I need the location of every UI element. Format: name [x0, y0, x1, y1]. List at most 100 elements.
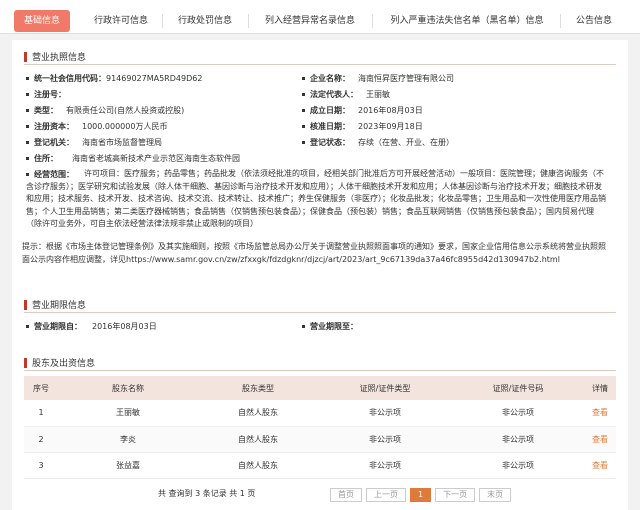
section-divider: [24, 64, 616, 65]
authority-label: 登记机关：: [34, 138, 74, 147]
tab-blacklist[interactable]: 列入严重违法失信名单（黑名单）信息: [380, 10, 554, 32]
section-marker: [24, 299, 27, 310]
approved-value: 2023年09月18日: [358, 122, 423, 131]
authority-row: 登记机关： 海南省市场监督管理局: [26, 137, 162, 148]
prev-page-button[interactable]: 上一页: [366, 488, 406, 502]
table-row: 3 张益嘉 自然人股东 非公示项 非公示项 查看: [24, 452, 616, 479]
founded-label: 成立日期：: [310, 106, 350, 115]
term-section-title-text: 营业期限信息: [32, 301, 87, 311]
view-detail-link[interactable]: 查看: [584, 400, 616, 427]
tab-admin-license[interactable]: 行政许可信息: [86, 10, 156, 32]
term-from-value: 2016年08月03日: [92, 322, 157, 331]
tab-admin-penalty[interactable]: 行政处罚信息: [170, 10, 240, 32]
col-header-type: 股东类型: [198, 376, 318, 400]
license-section-title-text: 营业执照信息: [32, 53, 87, 63]
tab-divider: [560, 14, 561, 28]
row-id-type: 非公示项: [318, 426, 452, 453]
founded-row: 成立日期： 2016年08月03日: [302, 105, 423, 116]
credit-code-row: 统一社会信用代码：91469027MA5RD49D62: [26, 73, 202, 84]
type-row: 类型： 有限责任公司(自然人投资或控股): [26, 105, 184, 116]
capital-value: 1000.000000万人民币: [82, 122, 168, 131]
company-name-row: 企业名称： 海南恒昇医疗管理有限公司: [302, 73, 454, 84]
scope-text: 许可项目：医疗服务；药品零售；药品批发（依法须经批准的项目，经相关部门批准后方可…: [26, 169, 606, 228]
section-marker: [24, 357, 27, 368]
term-to-label: 营业期限至：: [310, 322, 358, 331]
approved-label: 核准日期：: [310, 122, 350, 131]
row-index: 3: [24, 452, 58, 479]
col-header-id-type: 证照/证件类型: [318, 376, 452, 400]
capital-row: 注册资本： 1000.000000万人民币: [26, 121, 167, 132]
row-shareholder-name: 李炎: [58, 426, 198, 453]
next-page-button[interactable]: 下一页: [435, 488, 476, 502]
row-id-type: 非公示项: [318, 452, 452, 479]
status-label: 登记状态：: [310, 138, 350, 147]
share-section-title: 股东及出资信息: [24, 356, 95, 369]
row-id-number: 非公示项: [452, 426, 584, 453]
col-header-detail: 详情: [584, 376, 616, 400]
view-detail-link[interactable]: 查看: [584, 426, 616, 453]
tab-abnormal-list[interactable]: 列入经营异常名录信息: [256, 10, 364, 32]
shareholder-table: 序号 股东名称 股东类型 证照/证件类型 证照/证件号码 详情 1 王丽敏 自然…: [24, 376, 616, 479]
row-shareholder-type: 自然人股东: [198, 400, 318, 427]
credit-code-label: 统一社会信用代码：: [34, 74, 106, 83]
company-name-label: 企业名称：: [310, 74, 350, 83]
row-index: 2: [24, 426, 58, 453]
table-row: 2 李炎 自然人股东 非公示项 非公示项 查看: [24, 426, 616, 453]
col-header-name: 股东名称: [58, 376, 198, 400]
tab-bar: 基础信息 行政许可信息 行政处罚信息 列入经营异常名录信息 列入严重违法失信名单…: [0, 0, 640, 34]
row-shareholder-type: 自然人股东: [198, 452, 318, 479]
first-page-button[interactable]: 首页: [330, 488, 362, 502]
section-marker: [24, 51, 27, 62]
term-from-row: 营业期限自： 2016年08月03日: [26, 321, 157, 332]
pager-summary: 共 查询到 3 条记录 共 1 页: [158, 488, 255, 499]
credit-code-value: 91469027MA5RD49D62: [106, 74, 203, 83]
status-row: 登记状态： 存续（在营、开业、在册）: [302, 137, 454, 148]
legal-rep-label: 法定代表人：: [310, 90, 358, 99]
tab-divider: [372, 14, 373, 28]
term-from-label: 营业期限自：: [34, 322, 82, 331]
notice-text: 提示：根据《市场主体登记管理条例》及其实施细则，按照《市场监管总局办公厅关于调整…: [22, 242, 606, 264]
tab-basic-info[interactable]: 基础信息: [14, 10, 70, 32]
address-label: 住所：: [34, 154, 58, 163]
term-section-title: 营业期限信息: [24, 298, 86, 311]
row-id-type: 非公示项: [318, 400, 452, 427]
reg-no-label: 注册号：: [34, 90, 66, 99]
reg-no-row: 注册号：: [26, 89, 66, 100]
type-label: 类型：: [34, 106, 58, 115]
record-count-text: 共 查询到 3 条记录 共 1 页: [158, 489, 256, 498]
view-detail-link[interactable]: 查看: [584, 452, 616, 479]
tab-announcements[interactable]: 公告信息: [566, 10, 622, 32]
address-row: 住所： 海南省老城高新技术产业示范区海南生态软件园: [26, 153, 240, 164]
approved-row: 核准日期： 2023年09月18日: [302, 121, 423, 132]
row-shareholder-name: 王丽敏: [58, 400, 198, 427]
row-index: 1: [24, 400, 58, 427]
last-page-button[interactable]: 末页: [479, 488, 512, 502]
section-divider: [24, 370, 616, 371]
status-value: 存续（在营、开业、在册）: [358, 138, 454, 147]
legal-rep-row: 法定代表人： 王丽敏: [302, 89, 390, 100]
capital-label: 注册资本：: [34, 122, 74, 131]
content-panel: 营业执照信息 统一社会信用代码：91469027MA5RD49D62 企业名称：…: [12, 40, 628, 510]
table-header-row: 序号 股东名称 股东类型 证照/证件类型 证照/证件号码 详情: [24, 376, 616, 400]
company-name-value: 海南恒昇医疗管理有限公司: [358, 74, 454, 83]
col-header-id-number: 证照/证件号码: [452, 376, 584, 400]
page-1-button[interactable]: 1: [410, 488, 432, 502]
type-value: 有限责任公司(自然人投资或控股): [66, 106, 185, 115]
term-to-row: 营业期限至：: [302, 321, 358, 332]
tab-divider: [248, 14, 249, 28]
col-header-index: 序号: [24, 376, 58, 400]
row-id-number: 非公示项: [452, 452, 584, 479]
row-id-number: 非公示项: [452, 400, 584, 427]
legal-rep-value: 王丽敏: [366, 90, 390, 99]
row-shareholder-type: 自然人股东: [198, 426, 318, 453]
pagination: 首页 上一页 1 下一页 末页: [330, 488, 515, 502]
tab-divider: [162, 14, 163, 28]
license-section-title: 营业执照信息: [24, 50, 86, 63]
table-row: 1 王丽敏 自然人股东 非公示项 非公示项 查看: [24, 400, 616, 427]
share-section-title-text: 股东及出资信息: [32, 359, 96, 369]
section-divider: [24, 312, 616, 313]
authority-value: 海南省市场监督管理局: [82, 138, 162, 147]
founded-value: 2016年08月03日: [358, 106, 423, 115]
row-shareholder-name: 张益嘉: [58, 452, 198, 479]
address-value: 海南省老城高新技术产业示范区海南生态软件园: [72, 154, 240, 163]
